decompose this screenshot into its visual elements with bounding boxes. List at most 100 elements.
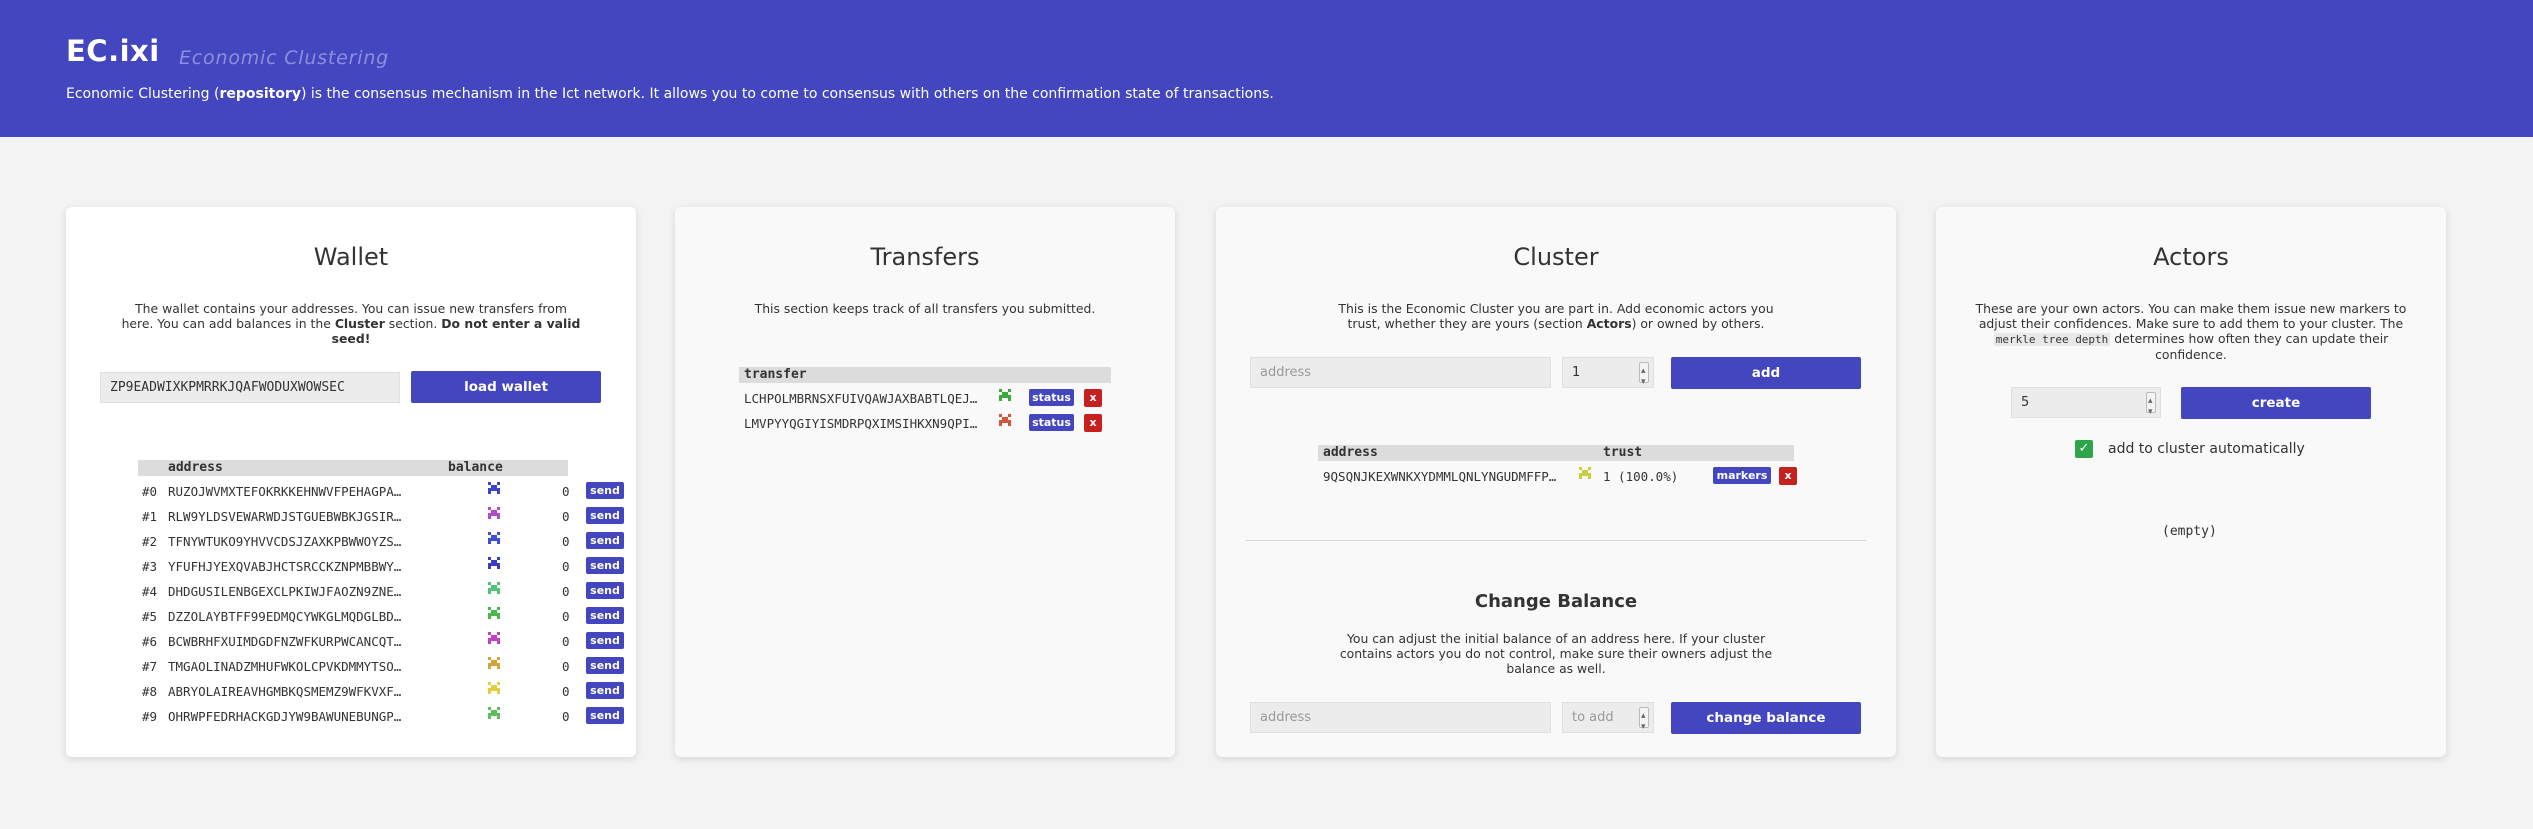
trust-spinner[interactable]	[1639, 358, 1649, 387]
actors-description: These are your own actors. You can make …	[1975, 301, 2407, 362]
transfers-card: Transfers This section keeps track of al…	[675, 207, 1175, 757]
balance-amount-input[interactable]: to add	[1562, 702, 1654, 733]
wallet-title: Wallet	[313, 243, 389, 271]
change-balance-title: Change Balance	[1474, 591, 1638, 612]
wallet-row: #4 DHDGUSILENBGEXCLPKIWJFAOZN9ZNE… 0 send	[142, 582, 624, 602]
wallet-row: #8 ABRYOLAIREAVHGMBKQSMEMZ9WFKVXF… 0 send	[142, 682, 624, 702]
row-balance: 0	[562, 609, 570, 624]
wallet-row: #7 TMGAOLINADZMHUFWKOLCPVKDMMYTSO… 0 send	[142, 657, 624, 677]
delete-actor-button[interactable]: x	[1779, 467, 1797, 485]
depth-spinner[interactable]	[2146, 388, 2156, 417]
row-index: #8	[142, 684, 158, 699]
actor-address: 9QSQNJKEXWNKXYDMMLQNLYNGUDMFFP…	[1323, 469, 1557, 484]
transfer-row: LCHPOLMBRNSXFUIVQAWJAXBABTLQEJ… status x	[744, 389, 1124, 409]
app-logo: EC.ixi	[66, 34, 160, 68]
cluster-description: This is the Economic Cluster you are par…	[1338, 301, 1774, 331]
row-balance: 0	[562, 684, 570, 699]
repository-link[interactable]: repository	[219, 86, 301, 102]
row-address: RUZOJWVMXTEFOKRKKEHNWVFPEHAGPA…	[168, 484, 402, 499]
send-button[interactable]: send	[586, 482, 624, 499]
row-balance: 0	[562, 659, 570, 674]
row-balance: 0	[562, 484, 570, 499]
actors-card: Actors These are your own actors. You ca…	[1936, 207, 2446, 757]
markers-button[interactable]: markers	[1713, 467, 1771, 484]
transfer-identicon-icon	[999, 414, 1011, 426]
balance-address-input[interactable]: address	[1250, 702, 1551, 733]
address-identicon-icon	[488, 482, 500, 494]
send-button[interactable]: send	[586, 707, 624, 724]
row-address: YFUFHJYEXQVABJHCTSRCCKZNPMBBWY…	[168, 559, 402, 574]
wallet-row: #5 DZZOLAYBTFF99EDMQCYWKGLMQDGLBD… 0 send	[142, 607, 624, 627]
address-identicon-icon	[488, 532, 500, 544]
transfer-row: LMVPYYQGIYISMDRPQXIMSIHKXN9QPI… status x	[744, 414, 1124, 434]
delete-transfer-button[interactable]: x	[1084, 389, 1102, 407]
col-address: address	[1323, 445, 1378, 460]
wallet-table-header: address balance	[138, 460, 568, 476]
trust-input[interactable]: 1	[1562, 357, 1654, 388]
row-balance: 0	[562, 534, 570, 549]
row-balance: 0	[562, 509, 570, 524]
status-button[interactable]: status	[1029, 389, 1074, 406]
row-index: #7	[142, 659, 158, 674]
send-button[interactable]: send	[586, 632, 624, 649]
app-header: EC.ixi Economic Clustering Economic Clus…	[0, 0, 2533, 137]
row-balance: 0	[562, 584, 570, 599]
wallet-row: #3 YFUFHJYEXQVABJHCTSRCCKZNPMBBWY… 0 send	[142, 557, 624, 577]
row-balance: 0	[562, 559, 570, 574]
row-address: DZZOLAYBTFF99EDMQCYWKGLMQDGLBD…	[168, 609, 402, 624]
send-button[interactable]: send	[586, 532, 624, 549]
change-balance-button[interactable]: change balance	[1671, 702, 1861, 734]
row-address: OHRWPFEDRHACKGDJYW9BAWUNEBUNGP…	[168, 709, 402, 724]
row-index: #1	[142, 509, 158, 524]
amount-spinner[interactable]	[1639, 703, 1649, 732]
address-identicon-icon	[488, 607, 500, 619]
send-button[interactable]: send	[586, 582, 624, 599]
wallet-row: #0 RUZOJWVMXTEFOKRKKEHNWVFPEHAGPA… 0 send	[142, 482, 624, 502]
cluster-divider	[1246, 540, 1866, 541]
wallet-row: #1 RLW9YLDSVEWARWDJSTGUEBWBKJGSIR… 0 send	[142, 507, 624, 527]
row-address: ABRYOLAIREAVHGMBKQSMEMZ9WFKVXF…	[168, 684, 402, 699]
col-address: address	[168, 460, 223, 475]
delete-transfer-button[interactable]: x	[1084, 414, 1102, 432]
row-index: #2	[142, 534, 158, 549]
row-index: #0	[142, 484, 158, 499]
address-identicon-icon	[488, 632, 500, 644]
auto-add-label: add to cluster automatically	[2108, 441, 2305, 457]
transfers-table-header: transfer	[739, 367, 1111, 383]
cluster-table-header: address trust	[1318, 445, 1794, 461]
cluster-address-input[interactable]: address	[1250, 357, 1551, 388]
wallet-row: #6 BCWBRHFXUIMDGDFNZWFKURPWCANCQT… 0 send	[142, 632, 624, 652]
load-wallet-button[interactable]: load wallet	[411, 371, 601, 403]
cluster-title: Cluster	[1513, 243, 1599, 271]
status-button[interactable]: status	[1029, 414, 1074, 431]
send-button[interactable]: send	[586, 557, 624, 574]
intro-text: Economic Clustering (repository) is the …	[66, 86, 1274, 102]
address-identicon-icon	[488, 707, 500, 719]
row-index: #6	[142, 634, 158, 649]
transfer-hash: LMVPYYQGIYISMDRPQXIMSIHKXN9QPI…	[744, 416, 978, 431]
row-index: #9	[142, 709, 158, 724]
send-button[interactable]: send	[586, 682, 624, 699]
address-identicon-icon	[488, 657, 500, 669]
merkle-depth-input[interactable]: 5	[2011, 387, 2161, 418]
row-address: RLW9YLDSVEWARWDJSTGUEBWBKJGSIR…	[168, 509, 402, 524]
transfer-identicon-icon	[999, 389, 1011, 401]
add-actor-button[interactable]: add	[1671, 357, 1861, 389]
send-button[interactable]: send	[586, 657, 624, 674]
auto-add-checkbox[interactable]: ✓	[2075, 440, 2093, 458]
row-balance: 0	[562, 634, 570, 649]
wallet-row: #9 OHRWPFEDRHACKGDJYW9BAWUNEBUNGP… 0 send	[142, 707, 624, 727]
col-transfer: transfer	[744, 367, 807, 382]
transfers-description: This section keeps track of all transfer…	[754, 301, 1096, 316]
row-address: TMGAOLINADZMHUFWKOLCPVKDMMYTSO…	[168, 659, 402, 674]
row-index: #3	[142, 559, 158, 574]
send-button[interactable]: send	[586, 507, 624, 524]
row-address: BCWBRHFXUIMDGDFNZWFKURPWCANCQT…	[168, 634, 402, 649]
send-button[interactable]: send	[586, 607, 624, 624]
actor-trust: 1 (100.0%)	[1603, 469, 1679, 484]
create-actor-button[interactable]: create	[2181, 387, 2371, 419]
seed-input[interactable]: ZP9EADWIXKPMRRKJQAFWODUXWOWSEC	[100, 372, 400, 403]
row-index: #5	[142, 609, 158, 624]
app-tagline: Economic Clustering	[179, 47, 390, 69]
row-address: DHDGUSILENBGEXCLPKIWJFAOZN9ZNE…	[168, 584, 402, 599]
